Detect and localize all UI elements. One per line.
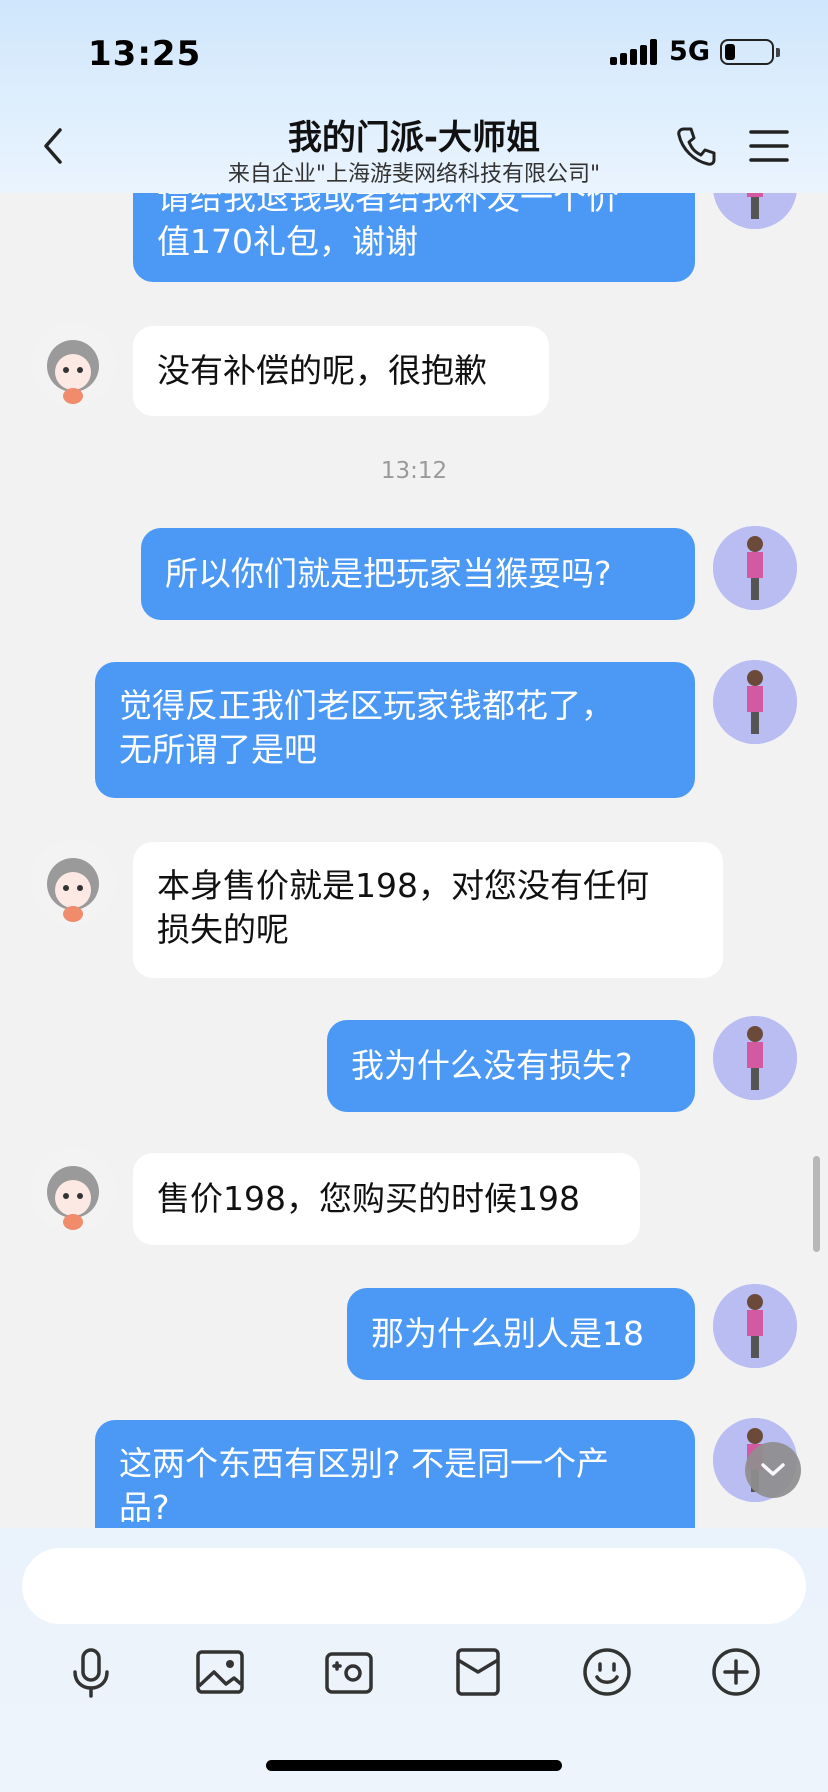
chat-header: 13:25 5G 我的门派-大师姐 来自企业"上海游斐网络科技有限公司" [0,0,828,193]
contact-avatar[interactable] [31,322,115,406]
message-text: 那为什么别人是18 [371,1314,644,1353]
microphone-icon[interactable] [61,1642,121,1702]
message-input[interactable] [22,1548,806,1624]
red-packet-icon[interactable] [448,1642,508,1702]
message-bubble-incoming[interactable]: 售价198，您购买的时候198 [133,1153,640,1245]
camera-icon[interactable] [319,1642,379,1702]
status-indicators: 5G [610,36,780,67]
contact-avatar[interactable] [31,1148,115,1232]
emoji-icon[interactable] [577,1642,637,1702]
menu-icon[interactable] [748,128,790,164]
chevron-down-icon [761,1463,785,1476]
message-text: 所以你们就是把玩家当猴耍吗? [165,554,612,593]
status-time: 13:25 [88,34,202,74]
home-indicator[interactable] [266,1760,562,1771]
message-bubble-incoming[interactable]: 没有补偿的呢，很抱歉 [133,326,549,416]
message-text: 品? [119,1488,170,1527]
scrollbar[interactable] [813,1156,820,1252]
message-bubble-outgoing[interactable]: 觉得反正我们老区玩家钱都花了， 无所谓了是吧 [95,662,695,798]
scroll-to-bottom-button[interactable] [745,1442,801,1498]
message-text: 损失的呢 [157,910,289,949]
message-timestamp: 13:12 [380,458,448,484]
my-avatar[interactable] [713,1016,797,1100]
message-text: 我为什么没有损失? [351,1046,633,1085]
network-type: 5G [669,36,710,67]
message-bubble-outgoing[interactable]: 那为什么别人是18 [347,1288,695,1380]
image-icon[interactable] [190,1642,250,1702]
my-avatar[interactable] [713,1284,797,1368]
message-bubble-outgoing[interactable]: 我为什么没有损失? [327,1020,695,1112]
message-text: 这两个东西有区别? 不是同一个产 [119,1444,610,1483]
signal-icon [610,38,658,65]
my-avatar[interactable] [713,526,797,610]
message-text: 觉得反正我们老区玩家钱都花了， [119,686,614,725]
message-text: 售价198，您购买的时候198 [157,1179,580,1218]
message-text: 无所谓了是吧 [119,730,317,769]
message-text: 值170礼包，谢谢 [157,222,418,261]
message-bubble-incoming[interactable]: 本身售价就是198，对您没有任何 损失的呢 [133,842,723,978]
message-text: 没有补偿的呢，很抱歉 [157,351,487,390]
contact-avatar[interactable] [31,840,115,924]
phone-icon[interactable] [674,124,718,168]
chat-input-bar [0,1528,828,1792]
chat-message-list[interactable]: 请给我退钱或者给我补发一个价 值170礼包，谢谢 没有补偿的呢，很抱歉 13:1… [0,0,828,1528]
message-text: 本身售价就是198，对您没有任何 [157,866,649,905]
message-bubble-outgoing[interactable]: 这两个东西有区别? 不是同一个产 品? [95,1420,695,1528]
my-avatar[interactable] [713,660,797,744]
battery-icon [720,38,780,65]
message-bubble-outgoing[interactable]: 所以你们就是把玩家当猴耍吗? [141,528,695,620]
plus-icon[interactable] [706,1642,766,1702]
